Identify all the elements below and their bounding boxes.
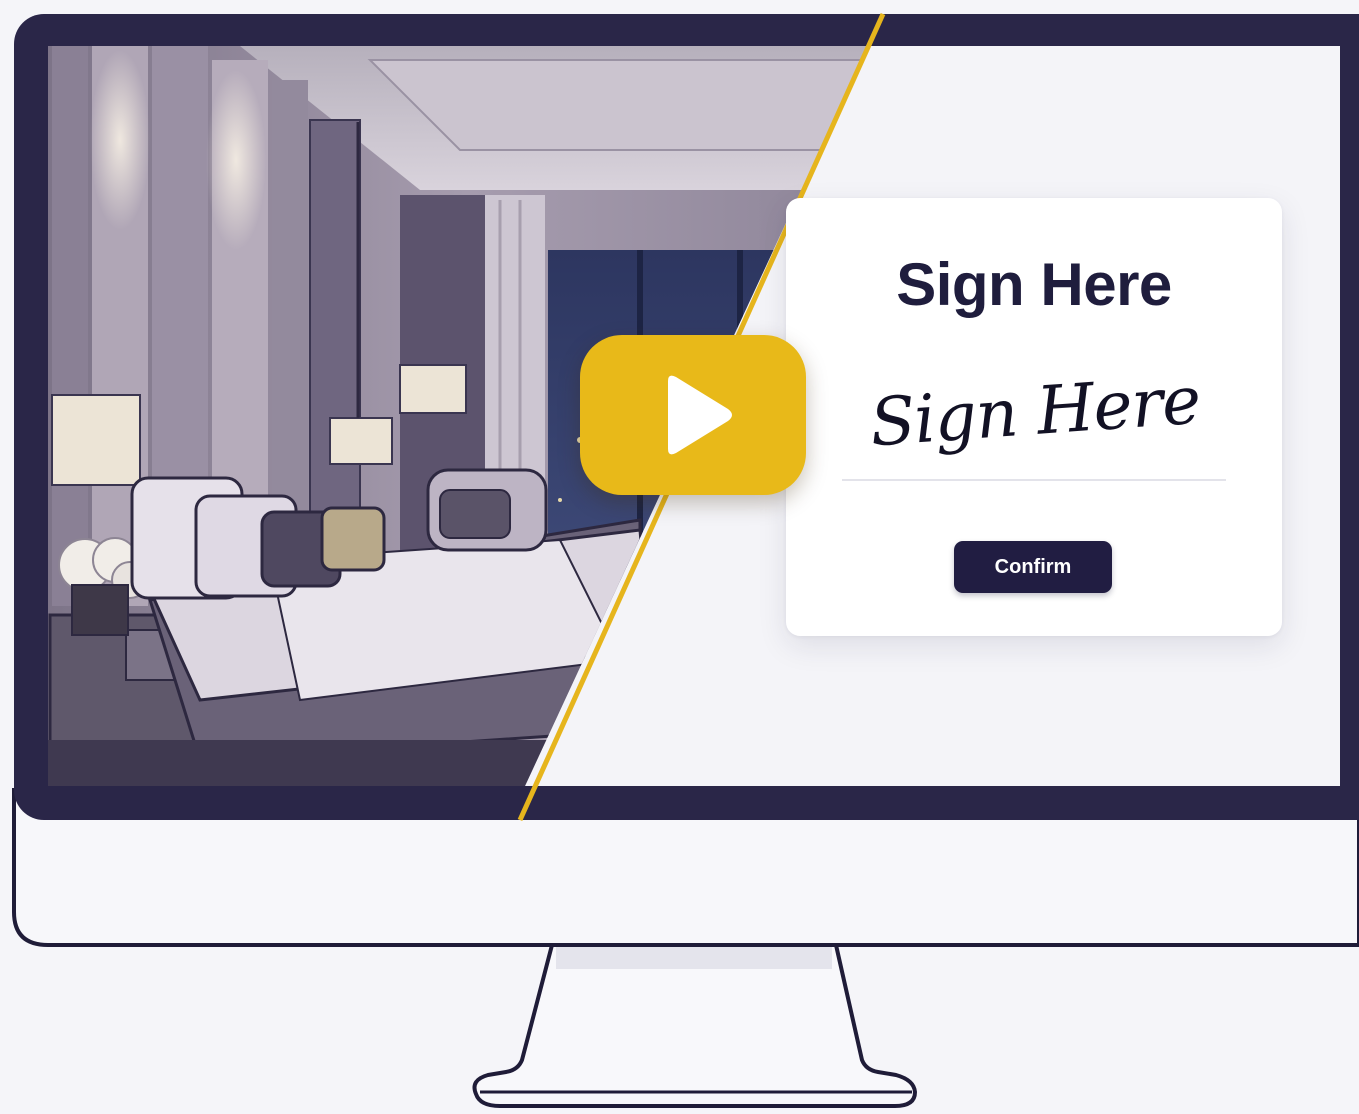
- signature-line: [842, 479, 1226, 481]
- play-button[interactable]: [580, 335, 806, 495]
- confirm-button[interactable]: Confirm: [954, 541, 1112, 593]
- signature-field[interactable]: Sign Here: [842, 360, 1228, 463]
- signature-card: Sign Here Sign Here Confirm: [786, 198, 1282, 636]
- monitor-stand: [472, 943, 917, 1108]
- card-title: Sign Here: [896, 251, 1172, 318]
- play-icon: [668, 375, 732, 455]
